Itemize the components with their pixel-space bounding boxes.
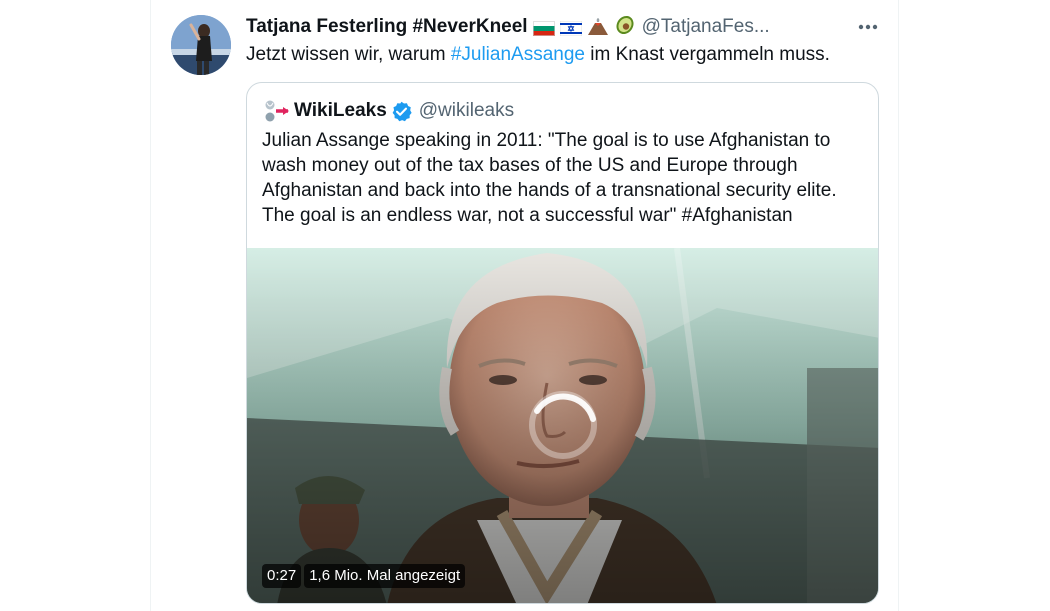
quoted-handle[interactable]: @wikileaks xyxy=(419,100,514,122)
more-options-button[interactable] xyxy=(852,14,884,40)
twitter-page: Tatjana Festerling #NeverKneel @TatjanaF… xyxy=(0,0,1050,611)
quoted-text-line: The goal is an endless war, not a succes… xyxy=(262,205,793,226)
loading-spinner-icon xyxy=(529,391,597,459)
quoted-tweet-card[interactable]: WikiLeaks @wikileaks Julian Assange spea… xyxy=(246,82,879,604)
video-views-badge: 1,6 Mio. Mal angezeigt xyxy=(304,564,466,588)
user-handle[interactable]: @TatjanaFes... xyxy=(642,16,770,38)
quoted-display-name[interactable]: WikiLeaks xyxy=(294,100,387,122)
user-display-name[interactable]: Tatjana Festerling #NeverKneel xyxy=(246,16,528,38)
quoted-text-line: Afghanistan and back into the hands of a… xyxy=(262,180,837,201)
user-avatar[interactable] xyxy=(171,15,231,75)
video-duration-badge: 0:27 xyxy=(262,564,302,588)
quoted-tweet-header: WikiLeaks @wikileaks xyxy=(262,98,514,124)
tweet-text-after: im Knast vergammeln muss. xyxy=(584,44,830,65)
verified-badge-icon xyxy=(392,101,412,121)
quoted-tweet-text: Julian Assange speaking in 2011: "The go… xyxy=(262,128,862,228)
video-badges: 0:27 1,6 Mio. Mal angezeigt xyxy=(262,564,466,588)
video-player[interactable]: 0:27 1,6 Mio. Mal angezeigt xyxy=(247,248,878,603)
wikileaks-logo-icon xyxy=(265,100,289,122)
avatar-image xyxy=(171,15,231,75)
tweet-header: Tatjana Festerling #NeverKneel @TatjanaF… xyxy=(246,14,770,40)
more-horizontal-icon xyxy=(858,24,878,30)
tweet-text-before: Jetzt wissen wir, warum xyxy=(246,44,451,65)
israel-flag-icon xyxy=(559,20,582,36)
avocado-icon xyxy=(616,15,634,35)
volcano-icon xyxy=(587,18,608,35)
bulgaria-flag-icon xyxy=(532,20,555,36)
quoted-text-line: Julian Assange speaking in 2011: "The go… xyxy=(262,130,831,151)
quoted-text-line: wash money out of the tax bases of the U… xyxy=(262,155,798,176)
tweet-text: Jetzt wissen wir, warum #JulianAssange i… xyxy=(246,43,830,67)
hashtag-link[interactable]: #JulianAssange xyxy=(451,44,585,65)
